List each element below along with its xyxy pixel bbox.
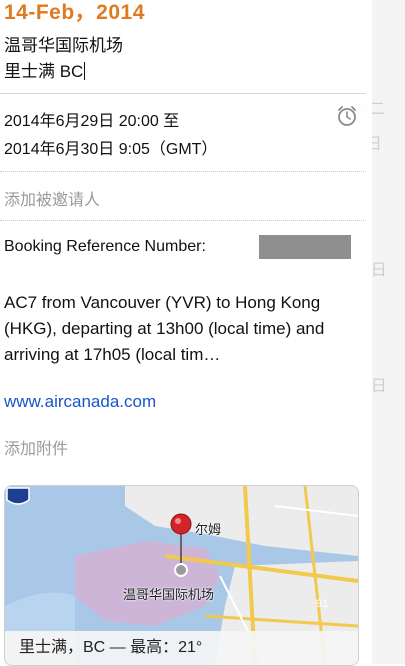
map-label-north: 尔姆 [195,522,222,537]
divider [0,93,366,94]
map-label-airport: 温哥华国际机场 [123,587,215,602]
event-notes[interactable]: AC7 from Vancouver (YVR) to Hong Kong (H… [4,290,354,368]
highway-shield-icon [6,487,30,505]
event-date-header: 14-Feb，2014 [4,1,145,24]
event-detail-panel: 14-Feb，2014 温哥华国际机场 里士满 BC 2014年6月29日 20… [0,0,372,666]
add-invitees-field[interactable]: 添加被邀请人 [4,186,100,210]
alarm-clock-icon[interactable] [336,105,358,127]
event-time-start[interactable]: 2014年6月29日 20:00 至 [4,107,179,131]
location-line-2-text: 里士满 BC [4,62,84,81]
map-weather-bar: 里士满，BC — 最高：21° [5,631,358,665]
event-time-end[interactable]: 2014年6月30日 9:05（GMT） [4,135,217,159]
location-line-2[interactable]: 里士满 BC [4,57,86,82]
divider [0,171,366,172]
booking-reference-label: Booking Reference Number: [4,238,206,255]
highway-number: 91 [316,598,329,610]
location-line-1[interactable]: 温哥华国际机场 [4,31,123,56]
location-map[interactable]: 尔姆 温哥华国际机场 91 里士满，BC — 最高：21° [4,485,359,666]
airline-link[interactable]: www.aircanada.com [4,392,156,412]
add-attachment-field[interactable]: 添加附件 [4,435,68,459]
redacted-booking-number [259,235,351,259]
text-cursor [84,62,86,80]
divider [0,220,366,221]
